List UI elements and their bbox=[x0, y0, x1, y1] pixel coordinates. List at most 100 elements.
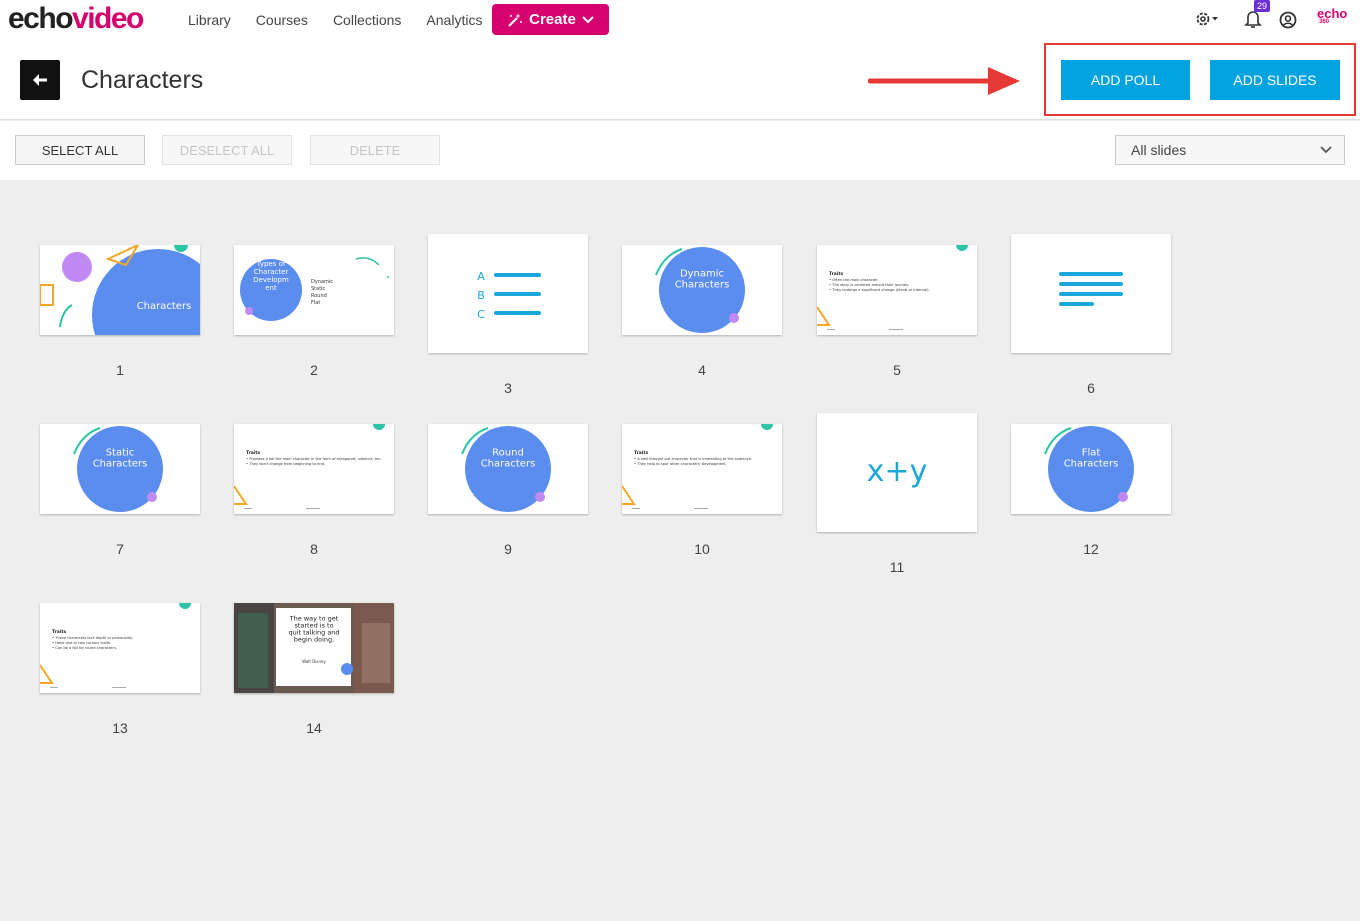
slide-thumbnail[interactable]: Traits • A well thought out character tha… bbox=[622, 424, 782, 514]
slide-number: 10 bbox=[694, 541, 710, 557]
slide-text: Character bbox=[254, 268, 289, 276]
nav-library[interactable]: Library bbox=[188, 12, 231, 28]
slide-preview: DynamicCharacters bbox=[655, 247, 745, 333]
slide-bullet: • Have one or two cursory traits. bbox=[52, 641, 111, 645]
nav-analytics[interactable]: Analytics bbox=[426, 12, 482, 28]
slide-thumbnail[interactable]: Round Characters bbox=[428, 424, 588, 514]
add-poll-button[interactable]: ADD POLL bbox=[1061, 60, 1190, 100]
quote-author: Walt Disney bbox=[302, 659, 326, 664]
page-header: Characters ADD POLL ADD SLIDES bbox=[0, 40, 1360, 120]
slide-preview: Types ofCharacterDevelopment DynamicStati… bbox=[240, 257, 389, 321]
slide-text: x+y bbox=[867, 454, 928, 489]
slide-preview: Characters bbox=[40, 245, 200, 335]
slide-bullet: • They help to spur other characters' de… bbox=[634, 462, 727, 466]
slide-preview: ABC bbox=[477, 270, 541, 321]
nav-courses[interactable]: Courses bbox=[256, 12, 308, 28]
poll-option-letter: A bbox=[477, 270, 485, 283]
top-nav: echovideo Library Courses Collections An… bbox=[0, 0, 1360, 40]
slide-preview: The way to getstarted is toquit talking … bbox=[234, 603, 394, 693]
slide-preview: RoundCharacters bbox=[461, 426, 551, 512]
select-all-button[interactable]: SELECT ALL bbox=[15, 135, 145, 165]
slide-preview bbox=[1059, 272, 1123, 306]
slide-number: 14 bbox=[306, 720, 322, 736]
slide-thumbnail[interactable]: Traits • Provides a foil the main charact… bbox=[234, 424, 394, 514]
slide-number: 2 bbox=[310, 362, 318, 378]
slide-heading: Traits bbox=[246, 450, 261, 456]
slide-text: Types of bbox=[256, 260, 286, 268]
slide-thumbnail[interactable]: Traits • These characters lack depth or p… bbox=[40, 603, 200, 693]
slide-thumbnail[interactable]: Flat Characters bbox=[1011, 424, 1171, 514]
slide-thumbnail[interactable]: Characters bbox=[40, 245, 200, 335]
slide-preview: x+y bbox=[867, 454, 928, 489]
create-button[interactable]: Create bbox=[492, 4, 609, 35]
slide-heading: Traits bbox=[634, 450, 649, 456]
user-menu[interactable] bbox=[1279, 11, 1297, 34]
slide-number: 6 bbox=[1087, 380, 1095, 396]
slide-thumbnail[interactable]: Traits • Often the main character. • The s… bbox=[817, 245, 977, 335]
poll-option-letter: B bbox=[477, 289, 485, 302]
slide-text: Round bbox=[492, 448, 524, 459]
slide-number: 12 bbox=[1083, 541, 1099, 557]
slide-item[interactable]: Traits • Often the main character. • The s… bbox=[817, 245, 977, 378]
slide-item[interactable]: The way to get started is to quit talking … bbox=[234, 603, 394, 736]
slide-item[interactable]: Static Characters 7 bbox=[40, 424, 200, 557]
slide-number: 8 bbox=[310, 541, 318, 557]
slide-text: Characters bbox=[93, 459, 148, 470]
deselect-all-button[interactable]: DESELECT ALL bbox=[162, 135, 292, 165]
slide-item[interactable]: x+y 11 bbox=[817, 413, 977, 575]
slide-number: 4 bbox=[698, 362, 706, 378]
slide-bullet: • They don't change from beginning to en… bbox=[246, 462, 325, 466]
slide-number: 13 bbox=[112, 720, 128, 736]
slide-item[interactable]: ABC 3 bbox=[428, 234, 588, 396]
slide-thumbnail[interactable]: x+y bbox=[817, 413, 977, 532]
slide-preview: FlatCharacters bbox=[1044, 426, 1134, 512]
page-title: Characters bbox=[81, 66, 204, 94]
slide-list-item: Flat bbox=[311, 300, 320, 306]
notifications-button[interactable] bbox=[1244, 9, 1262, 34]
echovideo-logo[interactable]: echovideo bbox=[8, 2, 144, 36]
magic-wand-icon bbox=[508, 12, 523, 27]
slide-item[interactable]: Traits • A well thought out character tha… bbox=[622, 424, 782, 557]
user-icon bbox=[1279, 11, 1297, 29]
slide-thumbnail[interactable] bbox=[1011, 234, 1171, 353]
delete-button[interactable]: DELETE bbox=[310, 135, 440, 165]
slide-text: begin doing. bbox=[294, 636, 334, 644]
slide-bullet: • A well thought out character that is i… bbox=[634, 457, 752, 461]
slide-bullet: • Often the main character. bbox=[829, 278, 879, 282]
slide-thumbnail[interactable]: ABC bbox=[428, 234, 588, 353]
selection-toolbar: SELECT ALL DESELECT ALL DELETE All slide… bbox=[0, 121, 1360, 180]
settings-menu[interactable] bbox=[1195, 10, 1219, 33]
add-slides-button[interactable]: ADD SLIDES bbox=[1210, 60, 1340, 100]
slide-item[interactable]: Round Characters 9 bbox=[428, 424, 588, 557]
slide-item[interactable]: Traits • Provides a foil the main charact… bbox=[234, 424, 394, 557]
bell-icon bbox=[1244, 11, 1262, 28]
chevron-down-icon bbox=[1320, 146, 1332, 154]
slide-item[interactable]: 6 bbox=[1011, 234, 1171, 396]
slide-item[interactable]: Dynamic Characters 4 bbox=[622, 245, 782, 378]
slide-thumbnail[interactable]: Dynamic Characters bbox=[622, 245, 782, 335]
slide-item[interactable]: Flat Characters 12 bbox=[1011, 424, 1171, 557]
echo360-logo[interactable]: echo 360 bbox=[1317, 7, 1347, 25]
slide-thumbnail[interactable]: The way to get started is to quit talking … bbox=[234, 603, 394, 693]
slide-item[interactable]: Characters 1 bbox=[40, 245, 200, 378]
slide-heading: Traits bbox=[829, 271, 844, 277]
slide-preview: Traits• These characters lack depth or p… bbox=[40, 603, 191, 688]
slide-text: ent bbox=[265, 284, 277, 292]
slide-filter-select[interactable]: All slides bbox=[1115, 135, 1345, 165]
slide-text: Characters bbox=[675, 280, 730, 291]
slide-item[interactable]: Traits • These characters lack depth or p… bbox=[40, 603, 200, 736]
slide-item[interactable]: Types of Character Developm ent Dynamic Stati… bbox=[234, 245, 394, 378]
slide-bullet: • Provides a foil the main character in … bbox=[246, 457, 382, 461]
slide-preview: Traits• A well thought out character tha… bbox=[622, 424, 773, 509]
slide-preview: Traits• Provides a foil the main charact… bbox=[234, 424, 385, 509]
slide-number: 7 bbox=[116, 541, 124, 557]
slide-thumbnail[interactable]: Static Characters bbox=[40, 424, 200, 514]
slide-number: 11 bbox=[889, 559, 905, 575]
slide-text: Developm bbox=[253, 276, 289, 284]
nav-collections[interactable]: Collections bbox=[333, 12, 401, 28]
create-label: Create bbox=[529, 11, 576, 28]
slide-thumbnail[interactable]: Types of Character Developm ent Dynamic Stati… bbox=[234, 245, 394, 335]
slide-bullet: • The story is centered around their jou… bbox=[829, 283, 909, 287]
back-button[interactable] bbox=[20, 60, 60, 100]
slide-bullet: • Can be a foil for round characters. bbox=[52, 646, 117, 650]
